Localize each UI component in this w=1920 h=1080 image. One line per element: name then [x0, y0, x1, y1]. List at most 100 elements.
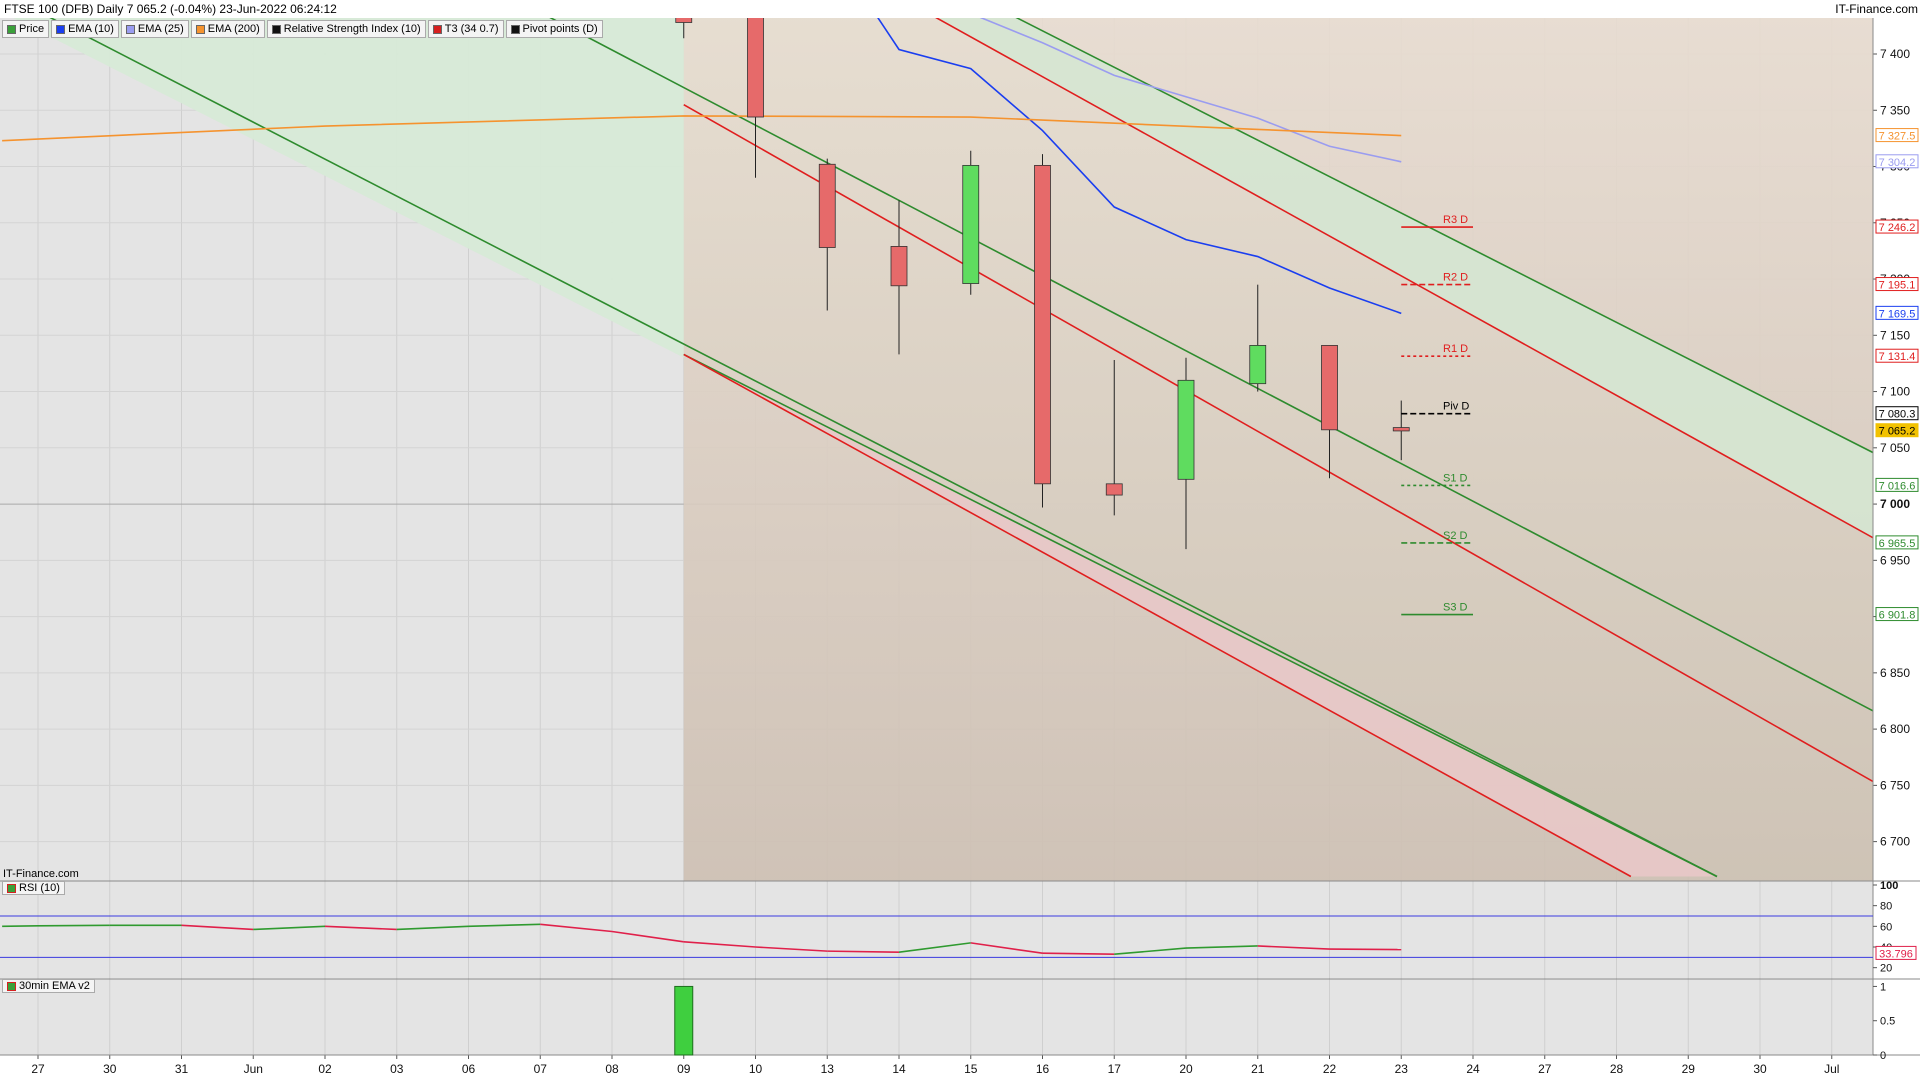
x-tick-label: Jun	[244, 1062, 263, 1076]
x-tick-label: 10	[749, 1062, 763, 1076]
x-tick-label: 30	[103, 1062, 117, 1076]
price-tag-text: 6 965.5	[1879, 538, 1916, 550]
pivot-label: S3 D	[1443, 602, 1468, 614]
x-tick-label: 24	[1466, 1062, 1480, 1076]
legend-label: Relative Strength Index (10)	[283, 23, 421, 35]
candle-body	[962, 164, 980, 284]
x-tick-label: 27	[31, 1062, 45, 1076]
candle-body	[1105, 483, 1123, 496]
legend-label: EMA (25)	[137, 23, 184, 35]
ema30-pane-bg	[0, 979, 1873, 1055]
legend-swatch-icon	[56, 24, 66, 34]
x-tick-label: 14	[892, 1062, 906, 1076]
brand-label: IT-Finance.com	[1835, 2, 1918, 16]
x-tick-label: 02	[318, 1062, 332, 1076]
x-tick-label: 06	[462, 1062, 476, 1076]
chart-title: FTSE 100 (DFB) Daily 7 065.2 (-0.04%) 23…	[4, 2, 337, 16]
rsi-value-text: 33.796	[1879, 948, 1913, 960]
price-tag-text: 7 327.5	[1879, 131, 1916, 143]
y-tick-label: 6 750	[1880, 778, 1910, 792]
legend-label: EMA (10)	[68, 23, 114, 35]
legend-item[interactable]: Pivot points (D)	[505, 20, 603, 38]
candle-body	[1177, 379, 1195, 480]
pivot-label: R2 D	[1443, 272, 1468, 284]
legend-label: T3 (34 0.7)	[444, 23, 499, 35]
x-tick-label: 17	[1108, 1062, 1122, 1076]
y-tick-label: 7 100	[1880, 385, 1910, 399]
legend-swatch-icon	[510, 24, 520, 34]
rsi-line-segment	[1329, 948, 1402, 951]
candle-body	[1321, 345, 1338, 431]
x-tick-label: 08	[605, 1062, 619, 1076]
x-tick-label: 07	[534, 1062, 548, 1076]
price-tag-text: 7 195.1	[1879, 280, 1916, 292]
x-tick-label: 27	[1538, 1062, 1552, 1076]
pivot-label: S2 D	[1443, 530, 1468, 542]
y-tick-label: 7 000	[1880, 497, 1910, 511]
rsi-line-segment	[1042, 952, 1115, 956]
legend-item[interactable]: EMA (25)	[120, 20, 189, 38]
candle-body	[1392, 427, 1410, 432]
ema30-tick-label: 0	[1880, 1050, 1886, 1062]
candle-body	[818, 163, 836, 248]
pivot-label: Piv D	[1443, 401, 1469, 413]
candle-body	[890, 246, 908, 287]
rsi-line-segment	[827, 950, 900, 953]
legend-item[interactable]: EMA (200)	[190, 20, 265, 38]
price-tag-text: 7 080.3	[1879, 409, 1916, 421]
candle-body	[1034, 164, 1051, 485]
pivot-label: S1 D	[1443, 472, 1468, 484]
y-tick-label: 7 050	[1880, 441, 1910, 455]
rsi-swatch-icon	[7, 883, 16, 893]
candle-body	[1249, 345, 1267, 385]
price-tag-text: 7 246.2	[1879, 222, 1916, 234]
x-axis-bg	[0, 1055, 1920, 1080]
candle-body	[747, 18, 764, 118]
legend-swatch-icon	[195, 24, 205, 34]
y-tick-label: 7 350	[1880, 103, 1910, 117]
rsi-pane-bg	[0, 881, 1873, 978]
ema30-tick-label: 1	[1880, 981, 1886, 993]
rsi-line-segment	[37, 924, 110, 927]
price-tag-text: 6 901.8	[1879, 610, 1916, 622]
ema30-bar	[674, 985, 694, 1056]
price-tag-text: 7 016.6	[1879, 480, 1916, 492]
ema30-swatch-icon	[7, 981, 16, 991]
legend-item[interactable]: Price	[2, 20, 50, 38]
price-tag-text: 7 304.2	[1879, 157, 1916, 169]
pivot-label: R1 D	[1443, 343, 1468, 355]
x-tick-label: 21	[1251, 1062, 1265, 1076]
rsi-pane-label[interactable]: RSI (10)	[2, 881, 65, 895]
legend-item[interactable]: Relative Strength Index (10)	[266, 20, 426, 38]
rsi-pane-title: RSI (10)	[19, 882, 60, 894]
x-tick-label: Jul	[1824, 1062, 1839, 1076]
ema30-tick-label: 0.5	[1880, 1016, 1895, 1028]
price-tag-text: 7 169.5	[1879, 308, 1916, 320]
x-tick-label: 29	[1682, 1062, 1696, 1076]
rsi-tick-label: 100	[1880, 880, 1898, 892]
legend-label: Pivot points (D)	[522, 23, 598, 35]
rsi-line-segment	[2, 925, 39, 928]
legend-item[interactable]: EMA (10)	[51, 20, 119, 38]
y-tick-label: 6 850	[1880, 666, 1910, 680]
x-tick-label: 15	[964, 1062, 978, 1076]
x-tick-label: 03	[390, 1062, 404, 1076]
rsi-tick-label: 80	[1880, 901, 1892, 913]
ema30-pane-label[interactable]: 30min EMA v2	[2, 979, 95, 993]
x-tick-label: 16	[1036, 1062, 1050, 1076]
legend-item[interactable]: T3 (34 0.7)	[427, 20, 504, 38]
x-tick-label: 13	[821, 1062, 835, 1076]
x-tick-label: 28	[1610, 1062, 1624, 1076]
legend-label: Price	[19, 23, 45, 35]
y-tick-label: 6 700	[1880, 835, 1910, 849]
chart-canvas: 27 30 31 Jun 02 03 06 07 08 09 10 13 14 15 16 17 20 21 22 2…	[0, 0, 1920, 1080]
x-tick-label: 20	[1179, 1062, 1193, 1076]
y-tick-label: 7 400	[1880, 47, 1910, 61]
legend-swatch-icon	[432, 24, 442, 34]
watermark-label: IT-Finance.com	[3, 868, 79, 880]
y-tick-label: 7 150	[1880, 328, 1910, 342]
x-tick-label: 23	[1395, 1062, 1409, 1076]
x-tick-label: 31	[175, 1062, 189, 1076]
x-tick-label: 22	[1323, 1062, 1337, 1076]
y-tick-label: 6 800	[1880, 722, 1910, 736]
